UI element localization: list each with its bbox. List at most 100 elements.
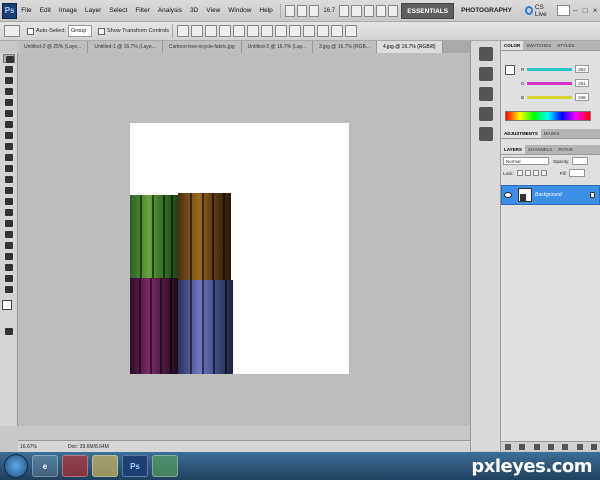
color-panel-swatch[interactable] [505, 65, 515, 75]
slider-g-value[interactable]: 251 [575, 79, 589, 87]
crop-tool-icon[interactable] [3, 98, 15, 107]
doc-tab-active[interactable]: 4.jpg @ 16.7% (RGB/8) [376, 41, 443, 53]
mask-panel-icon[interactable] [478, 107, 493, 121]
color-swatches[interactable] [0, 300, 17, 326]
marquee-tool-icon[interactable] [3, 65, 15, 74]
lock-position-icon[interactable] [532, 170, 539, 176]
transform-controls-checkbox[interactable] [97, 27, 105, 35]
brush-tool-icon[interactable] [3, 131, 15, 140]
menu-file[interactable]: File [17, 0, 35, 22]
new-layer-icon[interactable] [576, 443, 583, 450]
app-taskbar-icon[interactable] [152, 455, 178, 477]
align-right-icon[interactable] [247, 25, 260, 37]
layer-row[interactable]: Background [501, 185, 600, 205]
view-extras-icon[interactable] [309, 4, 320, 17]
eyedropper-tool-icon[interactable] [3, 109, 15, 118]
adjustment-layer-icon[interactable] [547, 443, 554, 450]
tab-layers[interactable]: LAYERS [501, 145, 525, 154]
tab-adjustments[interactable]: ADJUSTMENTS [501, 129, 541, 138]
blend-mode-dropdown[interactable]: Normal [503, 157, 549, 165]
search-input[interactable] [556, 5, 571, 16]
slider-r-value[interactable]: 252 [575, 65, 589, 73]
doc-tab[interactable]: Cartoon-tree-ricycle-fabric.jpg [162, 41, 242, 53]
align-bottom-icon[interactable] [205, 25, 218, 37]
align-hcenter-icon[interactable] [233, 25, 246, 37]
quick-mask-icon[interactable] [3, 327, 15, 336]
eye-icon[interactable] [504, 192, 512, 198]
zoom-level[interactable]: 16.7 [320, 8, 338, 14]
start-button[interactable] [4, 454, 28, 478]
distribute-right-icon[interactable] [331, 25, 344, 37]
history-brush-tool-icon[interactable] [3, 153, 15, 162]
distribute-hcenter-icon[interactable] [317, 25, 330, 37]
internet-explorer-icon[interactable]: e [32, 455, 58, 477]
menu-select[interactable]: Select [105, 0, 131, 22]
menu-edit[interactable]: Edit [36, 0, 55, 22]
workspace-photography-button[interactable]: PHOTOGRAPHY [456, 3, 517, 19]
distribute-top-icon[interactable] [261, 25, 274, 37]
distribute-left-icon[interactable] [303, 25, 316, 37]
tab-channels[interactable]: CHANNELS [525, 145, 556, 154]
doc-tab[interactable]: Untitled-2 @ 25% (Laye... [18, 41, 89, 53]
menu-help[interactable]: Help [255, 0, 276, 22]
cs-live-button[interactable]: CS Live [524, 4, 553, 18]
align-left-icon[interactable] [219, 25, 232, 37]
menu-filter[interactable]: Filter [131, 0, 153, 22]
move-tool-icon[interactable] [3, 54, 15, 63]
fill-input[interactable] [568, 169, 585, 177]
tab-paths[interactable]: PATHS [555, 145, 575, 154]
color-spectrum[interactable] [505, 111, 591, 121]
hand-tool-icon[interactable] [3, 274, 15, 283]
photoshop-taskbar-icon[interactable]: Ps [122, 455, 148, 477]
doc-tab[interactable]: 3.jpg @ 16.7% (RGB... [313, 41, 377, 53]
layer-name[interactable]: Background [535, 192, 590, 198]
slider-g-track[interactable] [527, 81, 572, 85]
menu-3d[interactable]: 3D [186, 0, 202, 22]
menu-view[interactable]: View [202, 0, 224, 22]
slider-b-value[interactable]: 246 [575, 93, 589, 101]
dodge-tool-icon[interactable] [3, 197, 15, 206]
3d-rotate-tool-icon[interactable] [3, 252, 15, 261]
delete-layer-icon[interactable] [590, 443, 597, 450]
arrange-documents-icon[interactable] [375, 4, 387, 17]
add-mask-icon[interactable] [533, 443, 540, 450]
3d-orbit-tool-icon[interactable] [3, 263, 15, 272]
3d-panel-icon[interactable] [478, 87, 493, 101]
history-panel-icon[interactable] [478, 47, 493, 61]
quick-select-tool-icon[interactable] [3, 87, 15, 96]
path-select-tool-icon[interactable] [3, 230, 15, 239]
media-app-icon[interactable] [62, 455, 88, 477]
tab-masks[interactable]: MASKS [541, 129, 563, 138]
tab-swatches[interactable]: SWATCHES [523, 41, 554, 50]
slider-b-track[interactable] [527, 95, 572, 99]
tab-color[interactable]: COLOR [501, 41, 524, 50]
menu-window[interactable]: Window [224, 0, 255, 22]
lock-all-icon[interactable] [540, 170, 547, 176]
distribute-bottom-icon[interactable] [289, 25, 302, 37]
zoom-tool-icon[interactable] [3, 285, 15, 294]
gradient-tool-icon[interactable] [3, 175, 15, 184]
mini-bridge-icon[interactable] [296, 4, 308, 17]
clone-stamp-tool-icon[interactable] [3, 142, 15, 151]
slider-b[interactable]: B 246 [521, 93, 589, 101]
new-group-icon[interactable] [562, 443, 569, 450]
status-zoom[interactable]: 16.67% [18, 444, 58, 450]
healing-brush-tool-icon[interactable] [3, 120, 15, 129]
auto-select-dropdown[interactable]: Group [67, 25, 92, 37]
move-tool-preset-icon[interactable] [4, 25, 20, 37]
slider-g[interactable]: G 251 [521, 79, 589, 87]
menu-layer[interactable]: Layer [81, 0, 105, 22]
menu-image[interactable]: Image [55, 0, 81, 22]
hand-tool-icon[interactable] [339, 4, 350, 17]
screen-mode-icon[interactable] [388, 4, 399, 17]
lock-transparent-icon[interactable] [516, 170, 523, 176]
workspace-essentials-button[interactable]: ESSENTIALS [401, 2, 455, 19]
info-panel-icon[interactable] [478, 127, 493, 141]
zoom-tool-icon[interactable] [351, 4, 362, 17]
layer-style-icon[interactable] [519, 443, 526, 450]
folder-icon[interactable] [92, 455, 118, 477]
link-layers-icon[interactable] [505, 443, 512, 450]
slider-r[interactable]: R 252 [521, 65, 589, 73]
eraser-tool-icon[interactable] [3, 164, 15, 173]
distribute-vcenter-icon[interactable] [275, 25, 288, 37]
